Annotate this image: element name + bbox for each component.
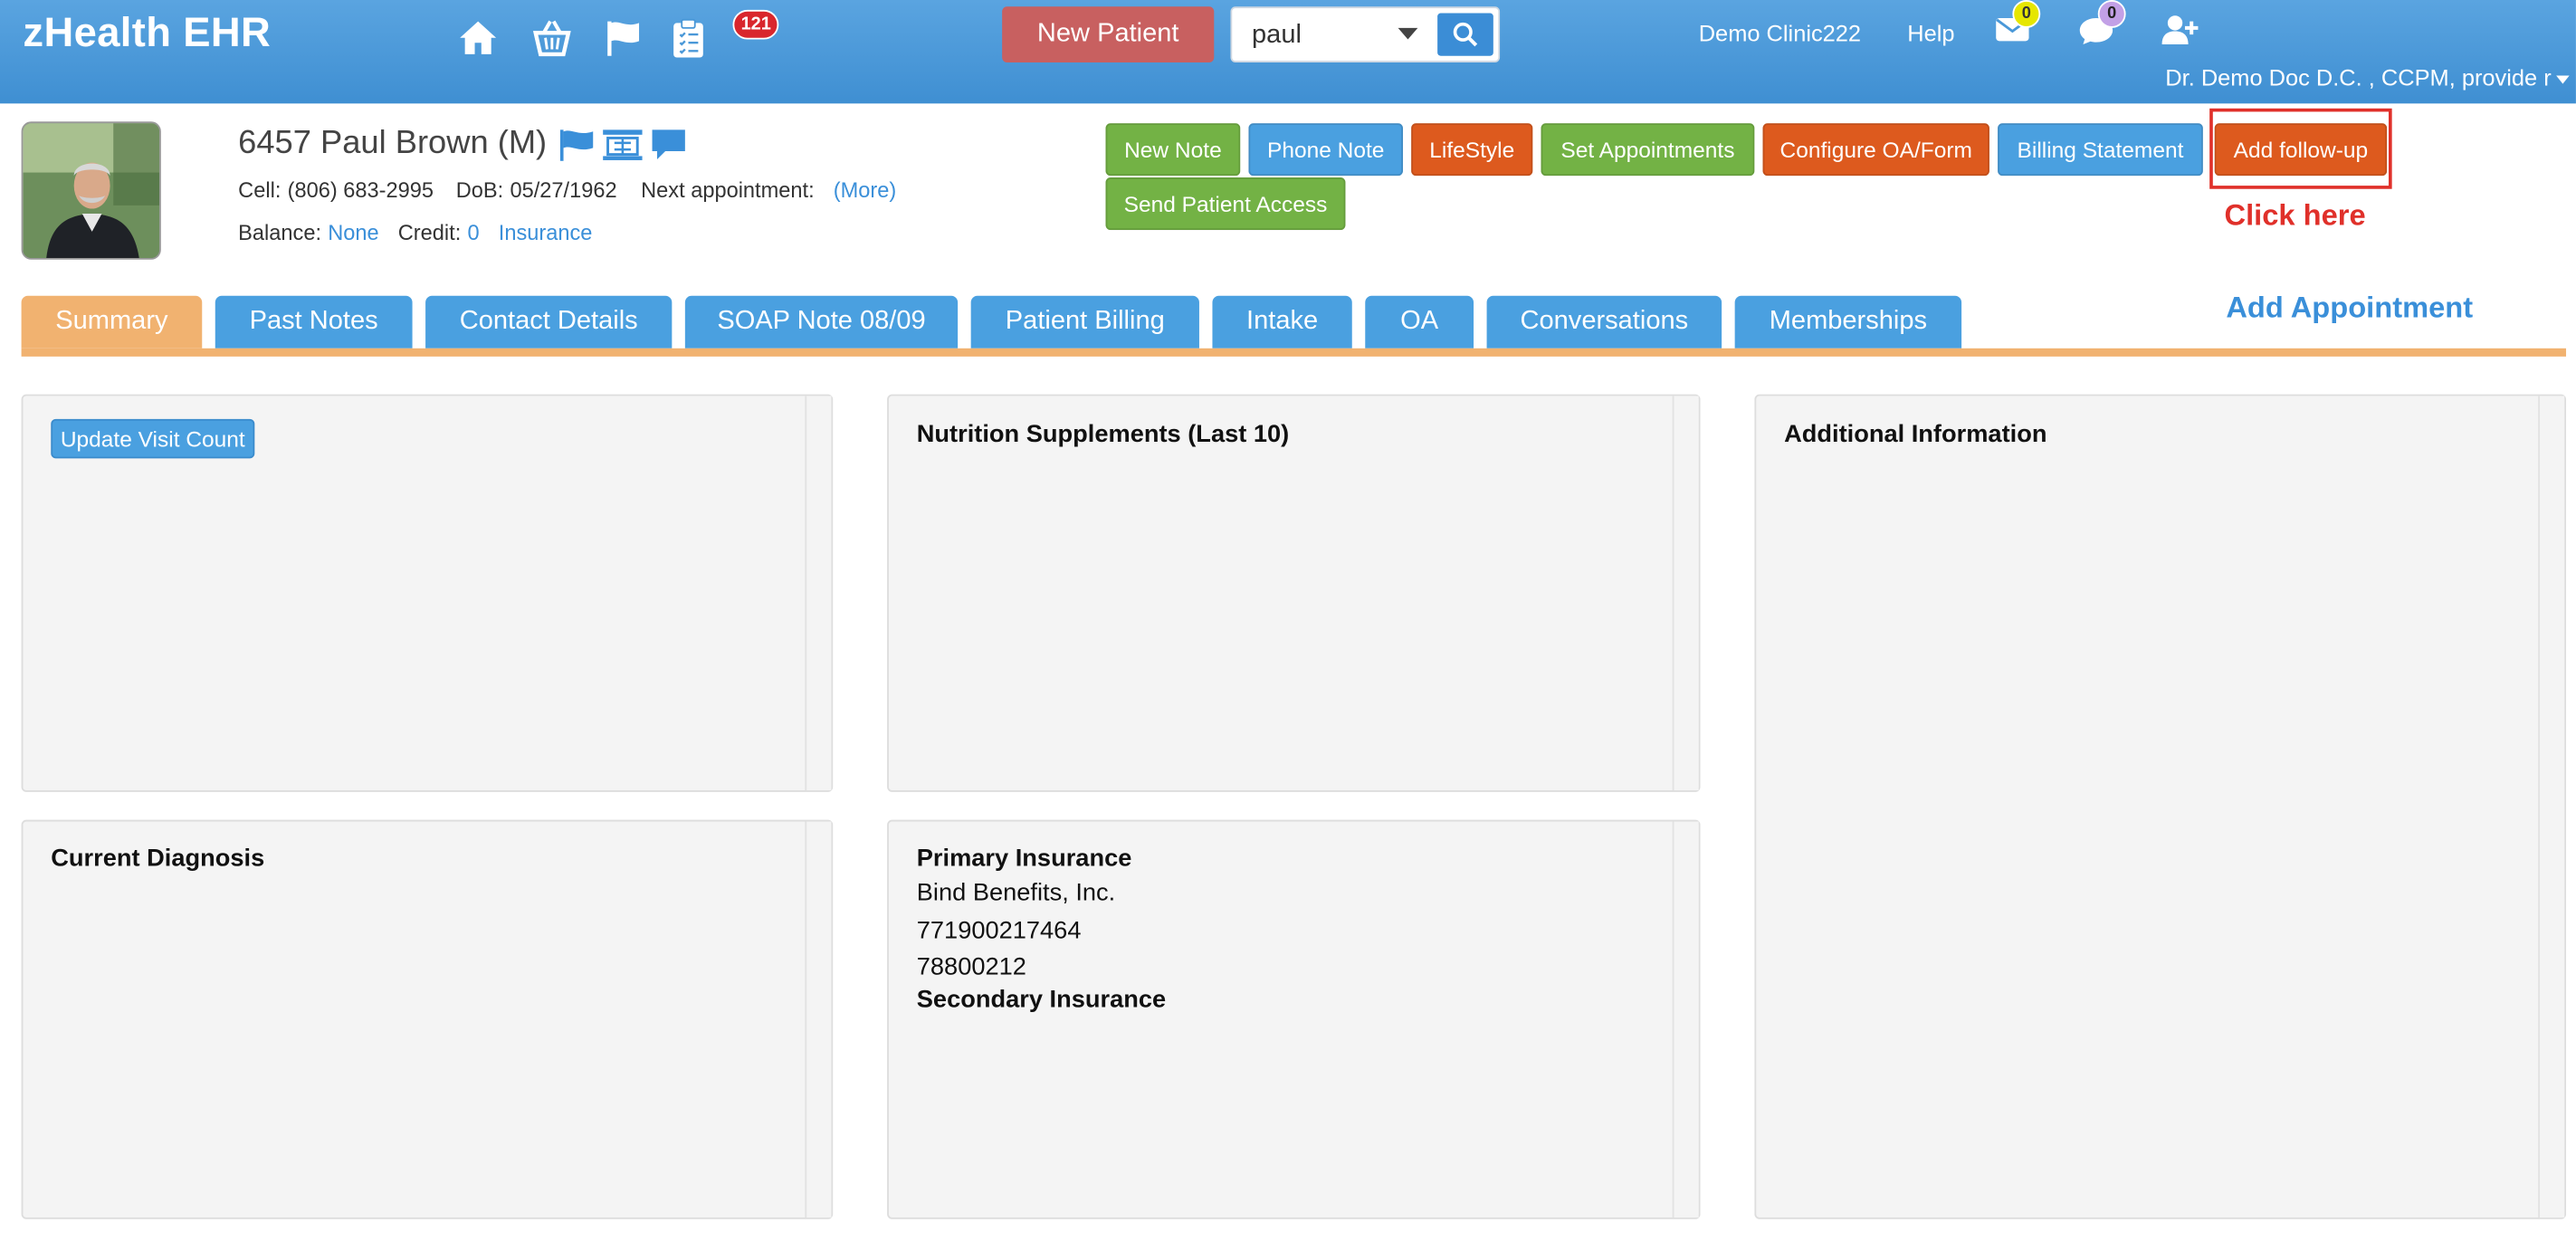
lifestyle-button[interactable]: LifeStyle <box>1411 123 1533 177</box>
panel-scrollbar[interactable] <box>2538 396 2565 1218</box>
next-appointment-label: Next appointment: <box>641 177 815 203</box>
credit-link[interactable]: 0 <box>468 220 480 244</box>
panel-scrollbar[interactable] <box>805 396 832 791</box>
dob-label: DoB: <box>455 177 504 203</box>
clipboard-badge: 121 <box>732 9 779 40</box>
chevron-down-icon <box>2556 75 2570 84</box>
patient-contact-line: Cell: (806) 683-2995 DoB: 05/27/1962 Next … <box>238 177 896 202</box>
dob-value: 05/27/1962 <box>510 177 617 203</box>
comment-icon[interactable] <box>651 129 687 161</box>
diagnosis-panel: Current Diagnosis <box>21 819 834 1219</box>
visit-count-panel: Update Visit Count <box>21 394 834 792</box>
insurance-panel: Primary Insurance Bind Benefits, Inc. 77… <box>887 819 1701 1219</box>
patient-search <box>1230 6 1501 64</box>
phone-note-button[interactable]: Phone Note <box>1248 123 1404 177</box>
secondary-insurance-title: Secondary Insurance <box>916 986 1167 1014</box>
cell-label: Cell: <box>238 177 281 203</box>
panel-scrollbar[interactable] <box>1672 821 1699 1218</box>
patient-avatar <box>21 121 161 260</box>
tab-patient-billing[interactable]: Patient Billing <box>970 295 1199 349</box>
more-link[interactable]: (More) <box>834 177 896 202</box>
cell-value: (806) 683-2995 <box>287 177 434 203</box>
mail-badge: 0 <box>2012 0 2041 28</box>
user-name: Dr. Demo Doc D.C. , CCPM, provide r <box>2165 63 2552 91</box>
clipboard-icon[interactable] <box>667 16 710 59</box>
help-link[interactable]: Help <box>1907 20 1954 46</box>
tab-conversations[interactable]: Conversations <box>1486 295 1722 349</box>
insurance-line: 771900217464 <box>916 916 1082 945</box>
flag-icon[interactable] <box>603 16 645 59</box>
patient-balance-line: Balance: None Credit: 0 Insurance <box>238 220 592 244</box>
diagnosis-title: Current Diagnosis <box>51 844 265 873</box>
app-logo[interactable]: zHealth EHR <box>23 10 271 58</box>
new-note-button[interactable]: New Note <box>1105 123 1241 177</box>
basket-icon[interactable] <box>530 16 573 59</box>
home-icon[interactable] <box>457 16 500 59</box>
tab-memberships[interactable]: Memberships <box>1734 295 1962 349</box>
patient-name: 6457 Paul Brown (M) <box>238 124 548 161</box>
update-visit-count-button[interactable]: Update Visit Count <box>51 418 255 459</box>
panel-scrollbar[interactable] <box>805 821 832 1218</box>
user-menu[interactable]: Dr. Demo Doc D.C. , CCPM, provide r <box>2165 63 2570 91</box>
insurance-line: 78800212 <box>916 952 1026 981</box>
add-appointment-link[interactable]: Add Appointment <box>2226 291 2473 325</box>
clinic-link[interactable]: Demo Clinic222 <box>1699 20 1861 46</box>
panel-scrollbar[interactable] <box>1672 396 1699 791</box>
credit-label: Credit: <box>397 220 462 245</box>
balance-link[interactable]: None <box>328 220 378 244</box>
nutrition-title: Nutrition Supplements (Last 10) <box>916 420 1290 449</box>
primary-insurance-title: Primary Insurance <box>916 844 1132 873</box>
flag-icon[interactable] <box>558 129 595 161</box>
configure-oa-form-button[interactable]: Configure OA/Form <box>1762 123 1989 177</box>
chinese-character-icon[interactable] <box>603 129 643 161</box>
search-button[interactable] <box>1437 13 1493 56</box>
chat-badge: 0 <box>2097 0 2126 28</box>
search-icon <box>1453 22 1478 47</box>
tabs-underline <box>21 348 2567 357</box>
follow-up-highlight-box <box>2209 108 2392 189</box>
tab-summary[interactable]: Summary <box>21 295 203 349</box>
top-navbar: zHealth EHR 121 New Patient Demo Clinic2… <box>0 0 2576 104</box>
tab-oa[interactable]: OA <box>1365 295 1474 349</box>
send-patient-access-button[interactable]: Send Patient Access <box>1105 177 1346 231</box>
click-here-annotation: Click here <box>2224 198 2366 232</box>
billing-statement-button[interactable]: Billing Statement <box>1998 123 2203 177</box>
tab-contact-details[interactable]: Contact Details <box>425 295 673 349</box>
insurance-link[interactable]: Insurance <box>499 220 593 244</box>
new-patient-button[interactable]: New Patient <box>1002 6 1215 62</box>
tab-past-notes[interactable]: Past Notes <box>215 295 413 349</box>
balance-label: Balance: <box>238 220 322 245</box>
insurance-line: Bind Benefits, Inc. <box>916 879 1116 907</box>
nutrition-panel: Nutrition Supplements (Last 10) <box>887 394 1701 792</box>
search-dropdown-caret-icon[interactable] <box>1398 27 1418 40</box>
set-appointments-button[interactable]: Set Appointments <box>1541 123 1755 177</box>
tab-intake[interactable]: Intake <box>1212 295 1352 349</box>
search-input[interactable] <box>1232 8 1404 64</box>
add-user-icon[interactable] <box>2161 14 2199 46</box>
additional-info-title: Additional Information <box>1784 420 2047 449</box>
tab-soap-note[interactable]: SOAP Note 08/09 <box>684 295 959 349</box>
additional-info-panel: Additional Information <box>1754 394 2567 1219</box>
